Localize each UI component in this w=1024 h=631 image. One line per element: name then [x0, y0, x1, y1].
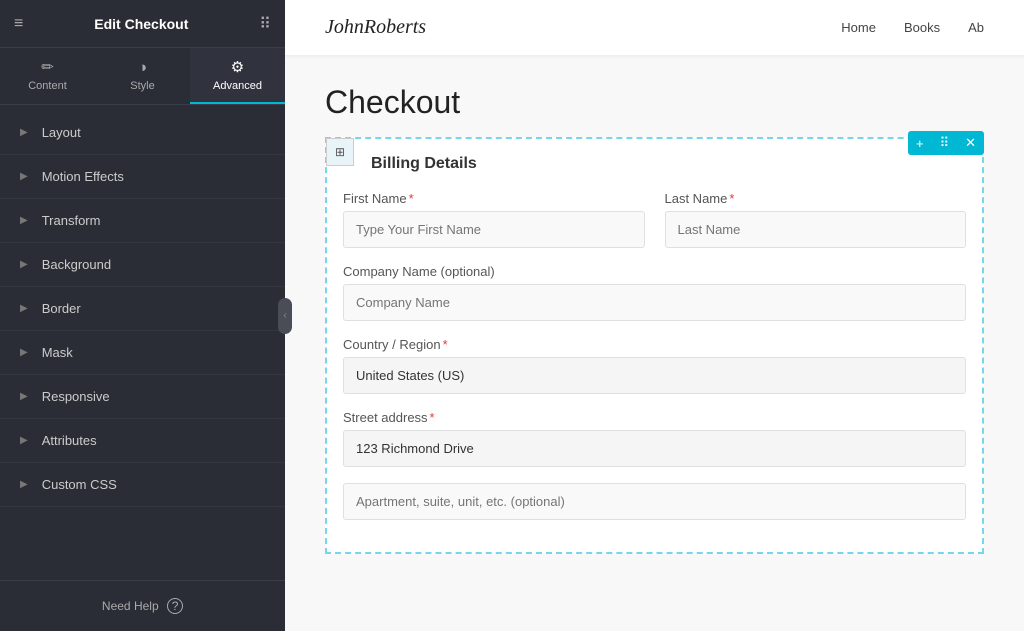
menu-item-label: Attributes — [42, 433, 97, 448]
chevron-icon: ▶ — [20, 215, 28, 226]
country-group: Country / Region* — [343, 337, 966, 394]
grid-icon[interactable]: ⠿ — [259, 14, 271, 34]
chevron-icon: ▶ — [20, 391, 28, 402]
chevron-icon: ▶ — [20, 127, 28, 138]
apartment-row — [343, 483, 966, 520]
first-name-input[interactable] — [343, 211, 645, 248]
last-name-label: Last Name* — [665, 191, 967, 206]
menu-item-label: Mask — [42, 345, 73, 360]
last-name-group: Last Name* — [665, 191, 967, 248]
menu-item-layout[interactable]: ▶ Layout — [0, 111, 285, 155]
section-icon: ⊞ — [326, 138, 354, 166]
menu-item-label: Layout — [42, 125, 81, 140]
country-label: Country / Region* — [343, 337, 966, 352]
chevron-icon: ▶ — [20, 259, 28, 270]
page-content: Checkout + ⠿ ✕ ⊞ Billing Details First N… — [285, 56, 1024, 631]
tab-advanced-label: Advanced — [213, 80, 262, 92]
left-panel: ≡ Edit Checkout ⠿ ✏ Content ◑ Style ⚙ Ad… — [0, 0, 285, 631]
move-section-button[interactable]: ⠿ — [932, 131, 958, 155]
panel-title: Edit Checkout — [23, 16, 259, 32]
chevron-icon: ▶ — [20, 347, 28, 358]
menu-item-responsive[interactable]: ▶ Responsive — [0, 375, 285, 419]
menu-items-list: ▶ Layout ▶ Motion Effects ▶ Transform ▶ … — [0, 105, 285, 580]
required-star: * — [729, 191, 734, 206]
chevron-icon: ▶ — [20, 435, 28, 446]
company-row: Company Name (optional) — [343, 264, 966, 321]
menu-item-mask[interactable]: ▶ Mask — [0, 331, 285, 375]
style-tab-icon: ◑ — [138, 59, 147, 76]
right-content: JohnRoberts Home Books Ab Checkout + ⠿ ✕… — [285, 0, 1024, 631]
menu-item-transform[interactable]: ▶ Transform — [0, 199, 285, 243]
tab-content[interactable]: ✏ Content — [0, 48, 95, 104]
menu-item-label: Background — [42, 257, 111, 272]
street-row: Street address* — [343, 410, 966, 467]
apartment-group — [343, 483, 966, 520]
menu-item-label: Motion Effects — [42, 169, 124, 184]
tab-advanced[interactable]: ⚙ Advanced — [190, 48, 285, 104]
nav-links: Home Books Ab — [841, 20, 984, 35]
name-row: First Name* Last Name* — [343, 191, 966, 248]
menu-item-label: Border — [42, 301, 81, 316]
selection-actions: + ⠿ ✕ — [908, 131, 984, 155]
tab-style-label: Style — [130, 80, 154, 92]
chevron-icon: ▶ — [20, 171, 28, 182]
menu-item-label: Transform — [42, 213, 101, 228]
country-row: Country / Region* — [343, 337, 966, 394]
checkout-form-area: ⊞ Billing Details First Name* Last Name* — [325, 137, 984, 554]
first-name-label: First Name* — [343, 191, 645, 206]
street-group: Street address* — [343, 410, 966, 467]
help-circle-icon: ? — [167, 598, 183, 614]
menu-item-background[interactable]: ▶ Background — [0, 243, 285, 287]
nav-bar: JohnRoberts Home Books Ab — [285, 0, 1024, 56]
first-name-group: First Name* — [343, 191, 645, 248]
close-section-button[interactable]: ✕ — [957, 131, 984, 155]
company-group: Company Name (optional) — [343, 264, 966, 321]
menu-item-border[interactable]: ▶ Border — [0, 287, 285, 331]
required-star: * — [430, 410, 435, 425]
chevron-icon: ▶ — [20, 479, 28, 490]
menu-item-label: Responsive — [42, 389, 110, 404]
hamburger-icon[interactable]: ≡ — [14, 15, 23, 33]
add-section-button[interactable]: + — [908, 131, 932, 155]
help-label: Need Help — [102, 599, 159, 613]
street-input[interactable] — [343, 430, 966, 467]
company-label: Company Name (optional) — [343, 264, 966, 279]
tab-content-label: Content — [28, 80, 67, 92]
tab-style[interactable]: ◑ Style — [95, 48, 190, 104]
nav-link-ab[interactable]: Ab — [968, 20, 984, 35]
billing-section-title: Billing Details — [371, 155, 966, 173]
chevron-icon: ▶ — [20, 303, 28, 314]
required-star: * — [443, 337, 448, 352]
company-input[interactable] — [343, 284, 966, 321]
menu-item-custom-css[interactable]: ▶ Custom CSS — [0, 463, 285, 507]
menu-item-label: Custom CSS — [42, 477, 117, 492]
top-bar: ≡ Edit Checkout ⠿ — [0, 0, 285, 48]
required-star: * — [409, 191, 414, 206]
street-label: Street address* — [343, 410, 966, 425]
country-input[interactable] — [343, 357, 966, 394]
bottom-help[interactable]: Need Help ? — [0, 580, 285, 631]
advanced-tab-icon: ⚙ — [231, 58, 244, 76]
brand-logo: JohnRoberts — [325, 16, 426, 39]
last-name-input[interactable] — [665, 211, 967, 248]
resize-handle[interactable]: ‹ — [278, 298, 292, 334]
tabs-container: ✏ Content ◑ Style ⚙ Advanced — [0, 48, 285, 105]
menu-item-motion-effects[interactable]: ▶ Motion Effects — [0, 155, 285, 199]
nav-link-home[interactable]: Home — [841, 20, 876, 35]
apartment-input[interactable] — [343, 483, 966, 520]
content-tab-icon: ✏ — [41, 58, 54, 76]
nav-link-books[interactable]: Books — [904, 20, 940, 35]
menu-item-attributes[interactable]: ▶ Attributes — [0, 419, 285, 463]
page-title: Checkout — [325, 84, 984, 121]
